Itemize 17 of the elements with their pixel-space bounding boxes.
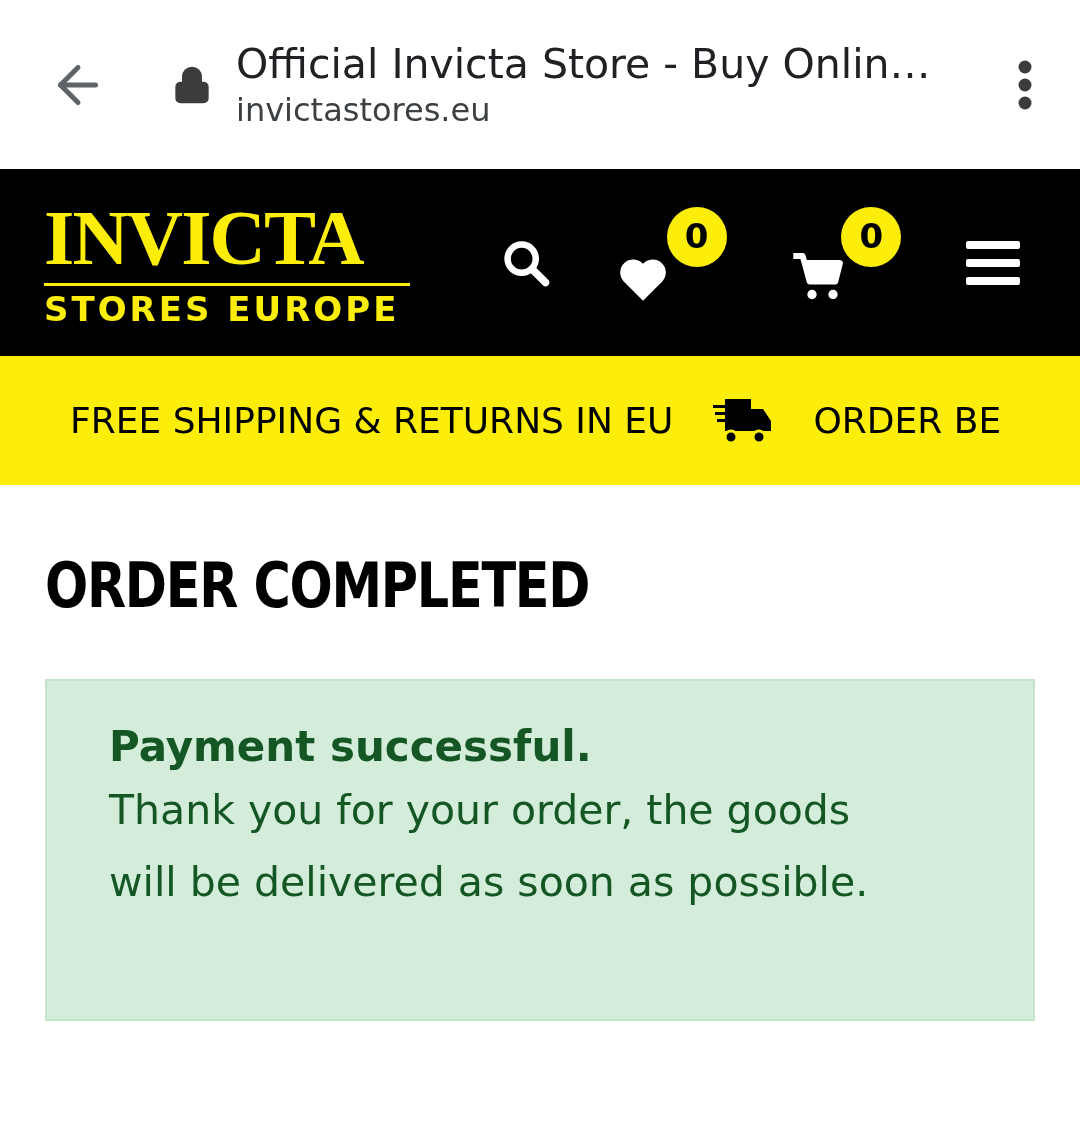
delivery-truck-icon <box>713 396 774 445</box>
wishlist-button[interactable]: 0 <box>616 206 727 303</box>
menu-button[interactable] <box>965 238 1020 287</box>
more-vertical-icon <box>1018 59 1032 110</box>
cart-count-badge: 0 <box>841 206 902 267</box>
alert-message: Thank you for your order, the goods will be delivered as soon as possible. <box>109 784 870 908</box>
url-text: invictastores.eu <box>236 90 492 131</box>
page-title-text: Official Invicta Store - Buy Onlin… <box>236 38 932 90</box>
alert-heading: Payment successful. <box>109 721 593 773</box>
promo-text: ORDER BE <box>813 398 1002 443</box>
cart-button[interactable]: 0 <box>791 206 902 303</box>
lock-icon <box>172 64 212 105</box>
wishlist-count-badge: 0 <box>666 206 727 267</box>
order-heading: ORDER COMPLETED <box>45 555 591 617</box>
hamburger-icon <box>965 238 1020 287</box>
logo[interactable]: INVICTA STORES EUROPE <box>44 199 410 326</box>
promo-text: FREE SHIPPING & RETURNS IN EU <box>70 398 674 443</box>
